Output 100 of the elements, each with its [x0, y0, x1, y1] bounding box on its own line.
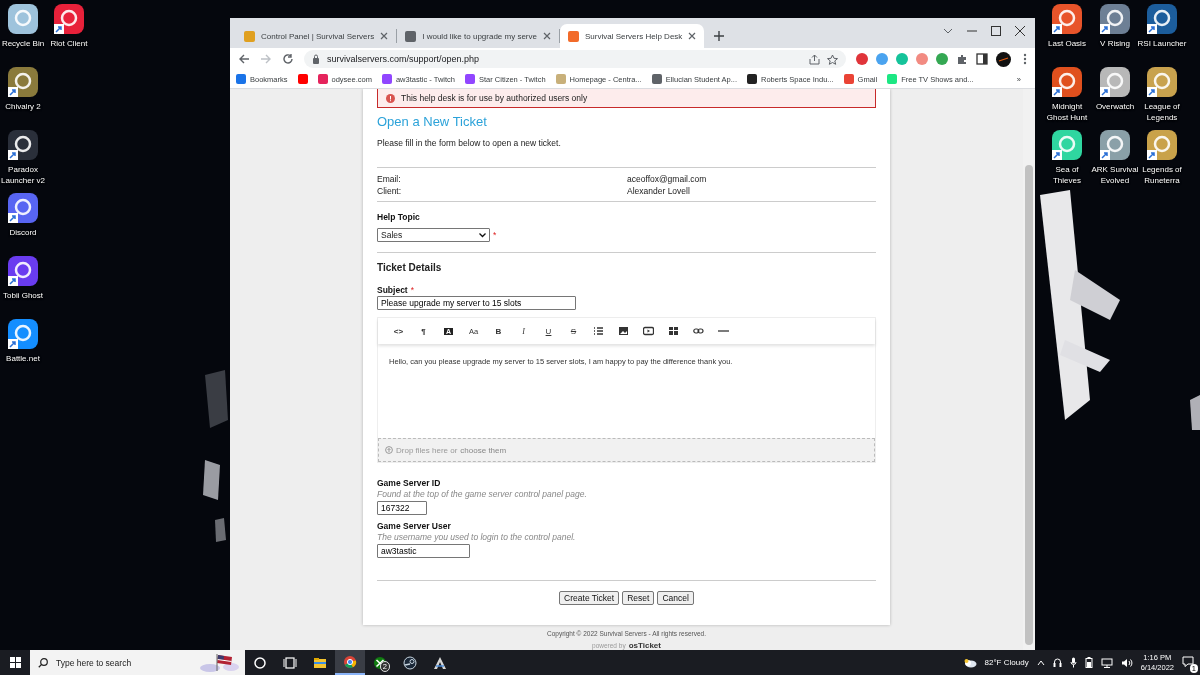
icon-label[interactable]: Midnight Ghost Hunt — [1042, 101, 1092, 123]
bookmark-icon[interactable] — [297, 74, 308, 84]
field-hint: Found at the top of the game server control panel page. — [377, 489, 588, 500]
back-icon[interactable] — [238, 53, 250, 65]
network-icon[interactable] — [1100, 657, 1113, 668]
extension-icon[interactable] — [856, 53, 868, 65]
required-mark: * — [493, 230, 497, 240]
menu-icon[interactable] — [1023, 53, 1027, 65]
extension-icon[interactable] — [936, 53, 948, 65]
microphone-icon[interactable] — [1069, 657, 1077, 668]
browser-tab[interactable]: I would like to upgrade my serve — [397, 24, 559, 48]
link-icon[interactable] — [693, 326, 704, 336]
close-icon[interactable] — [542, 32, 551, 40]
share-icon[interactable] — [809, 53, 820, 65]
notification-icon[interactable] — [1182, 656, 1194, 667]
toolbar-button[interactable]: ¶ — [411, 318, 436, 344]
app-icon[interactable] — [1146, 3, 1178, 35]
toolbar-button[interactable]: I — [511, 318, 536, 344]
chrome-icon[interactable] — [343, 654, 357, 669]
star-icon[interactable] — [827, 53, 838, 65]
maximize-icon[interactable] — [991, 26, 1001, 36]
icon-label[interactable]: Chivalry 2 — [0, 101, 48, 112]
chevron-down-icon — [479, 232, 486, 238]
extension-icon[interactable] — [876, 53, 888, 65]
field-label: Subject — [377, 284, 408, 296]
app-icon[interactable] — [7, 3, 39, 35]
subject-field[interactable]: Please upgrade my server to 15 slots — [377, 296, 576, 310]
icon-label[interactable]: Legends of Runeterra — [1137, 164, 1187, 186]
app-icon[interactable] — [1146, 66, 1178, 98]
form-button[interactable]: Cancel — [657, 591, 694, 605]
app-icon[interactable] — [1146, 129, 1178, 161]
app-icon[interactable] — [1051, 66, 1083, 98]
intro-text: Please fill in the form below to open a new ticket. — [377, 137, 562, 149]
browser-tab[interactable]: Survival Servers Help Desk — [559, 24, 705, 48]
search-icon — [38, 657, 48, 668]
app-icon[interactable] — [7, 318, 39, 350]
steam-icon[interactable] — [403, 655, 417, 670]
app-icon[interactable] — [1099, 129, 1131, 161]
field-label: Help Topic — [377, 211, 421, 223]
list-icon[interactable] — [593, 326, 604, 336]
app-icon[interactable] — [1051, 129, 1083, 161]
icon-label[interactable]: Last Oasis — [1042, 38, 1092, 49]
windows-icon[interactable] — [9, 657, 21, 668]
text-field[interactable]: aw3tastic — [377, 544, 470, 558]
new-tab-icon[interactable] — [712, 29, 727, 43]
topic-select[interactable]: Sales — [377, 228, 490, 242]
required-mark: * — [410, 285, 414, 295]
volume-icon[interactable] — [1120, 657, 1133, 668]
icon-label[interactable]: Paradox Launcher v2 — [0, 164, 48, 186]
info-label: Client: — [377, 185, 403, 197]
search-field[interactable]: Type here to search — [30, 650, 245, 675]
cloud-icon — [962, 657, 977, 668]
address-bar[interactable]: survivalservers.com/support/open.php — [304, 50, 846, 68]
browser-tab[interactable]: Control Panel | Survival Servers — [236, 24, 397, 48]
icon-label[interactable]: ARK Survival Evolved — [1090, 164, 1140, 186]
app-icon[interactable] — [7, 66, 39, 98]
app-icon[interactable] — [1051, 3, 1083, 35]
app-icon[interactable] — [7, 129, 39, 161]
weather-text[interactable]: 82°F Cloudy — [984, 658, 1029, 667]
toolbar-button[interactable]: S — [561, 318, 586, 344]
circle-icon[interactable] — [253, 655, 267, 670]
icon-label[interactable]: RSI Launcher — [1137, 38, 1187, 49]
video-icon[interactable] — [643, 326, 654, 336]
triangle-icon[interactable] — [433, 655, 447, 670]
avatar-icon[interactable] — [996, 51, 1011, 67]
chevron-up-icon[interactable] — [1036, 659, 1045, 666]
app-icon[interactable] — [1099, 3, 1131, 35]
toolbar-button[interactable]: <> — [386, 318, 411, 344]
puzzle-icon[interactable] — [956, 53, 968, 65]
reload-icon[interactable] — [282, 53, 294, 65]
text-field[interactable]: 167322 — [377, 501, 427, 515]
app-icon[interactable] — [1099, 66, 1131, 98]
icon-label[interactable]: League of Legends — [1137, 101, 1187, 123]
task-view-icon[interactable] — [283, 655, 297, 670]
close-icon[interactable] — [380, 32, 389, 40]
scrollbar[interactable] — [1025, 165, 1033, 645]
section-heading: Ticket Details — [377, 261, 443, 275]
form-button[interactable]: Reset — [622, 591, 655, 605]
folder-icon[interactable] — [313, 655, 327, 670]
app-icon[interactable] — [7, 192, 39, 224]
info-value: aceoffox@gmail.com — [627, 173, 708, 185]
battery-icon[interactable] — [1084, 657, 1093, 668]
icon-label[interactable]: Overwatch — [1090, 101, 1140, 112]
chevron-down-icon[interactable] — [943, 28, 953, 34]
icon-label[interactable]: Sea of Thieves — [1042, 164, 1092, 186]
form-button[interactable]: Create Ticket — [559, 591, 620, 605]
icon-label[interactable]: Tobii Ghost — [0, 290, 48, 301]
close-icon[interactable] — [688, 32, 697, 40]
close-icon[interactable] — [1015, 26, 1025, 36]
app-icon[interactable] — [7, 255, 39, 287]
icon-label[interactable]: Discord — [0, 227, 48, 238]
toolbar-button[interactable]: B — [486, 318, 511, 344]
app-icon[interactable] — [53, 3, 85, 35]
taskbar-app[interactable] — [335, 650, 365, 675]
headset-icon[interactable] — [1052, 657, 1062, 668]
side-panel-icon[interactable] — [976, 53, 988, 65]
table-icon[interactable] — [668, 326, 679, 336]
toolbar-button[interactable]: U — [536, 318, 561, 344]
image-icon[interactable] — [618, 326, 629, 336]
icon-label[interactable]: Battle.net — [0, 353, 48, 364]
